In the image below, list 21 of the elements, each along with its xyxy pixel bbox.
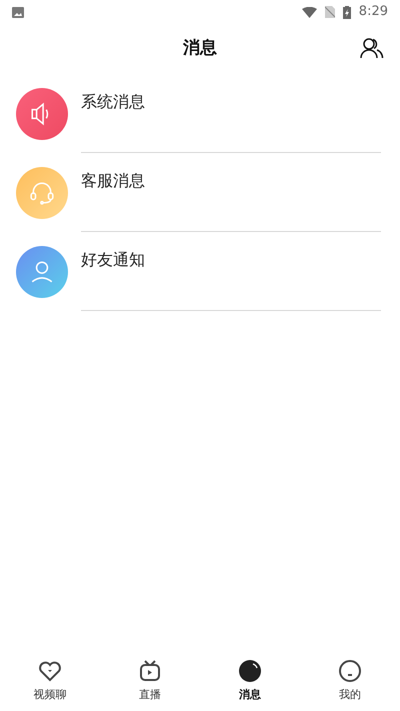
face-icon <box>338 659 362 683</box>
tab[interactable]: 直播 <box>100 659 200 711</box>
battery-icon <box>342 6 351 18</box>
tab[interactable]: 视频聊 <box>0 659 100 711</box>
headset-icon <box>16 167 68 219</box>
message-category[interactable]: 系统消息 <box>81 92 145 111</box>
heart-icon <box>38 659 62 683</box>
speaker-icon <box>16 88 68 140</box>
message-category[interactable]: 好友通知 <box>81 250 145 269</box>
image-icon <box>12 6 24 18</box>
contacts-icon[interactable] <box>360 37 384 59</box>
page-title: 消息 <box>183 37 217 60</box>
tab[interactable]: 消息 <box>200 659 300 711</box>
person-icon <box>16 246 68 298</box>
tab[interactable]: 我的 <box>300 659 400 711</box>
status-time: 8:29 <box>358 3 388 22</box>
message-category[interactable]: 客服消息 <box>81 171 145 190</box>
no-sim-icon <box>324 6 335 18</box>
tv-icon <box>138 659 162 683</box>
wifi-icon <box>302 6 317 18</box>
ball-icon <box>238 659 262 683</box>
